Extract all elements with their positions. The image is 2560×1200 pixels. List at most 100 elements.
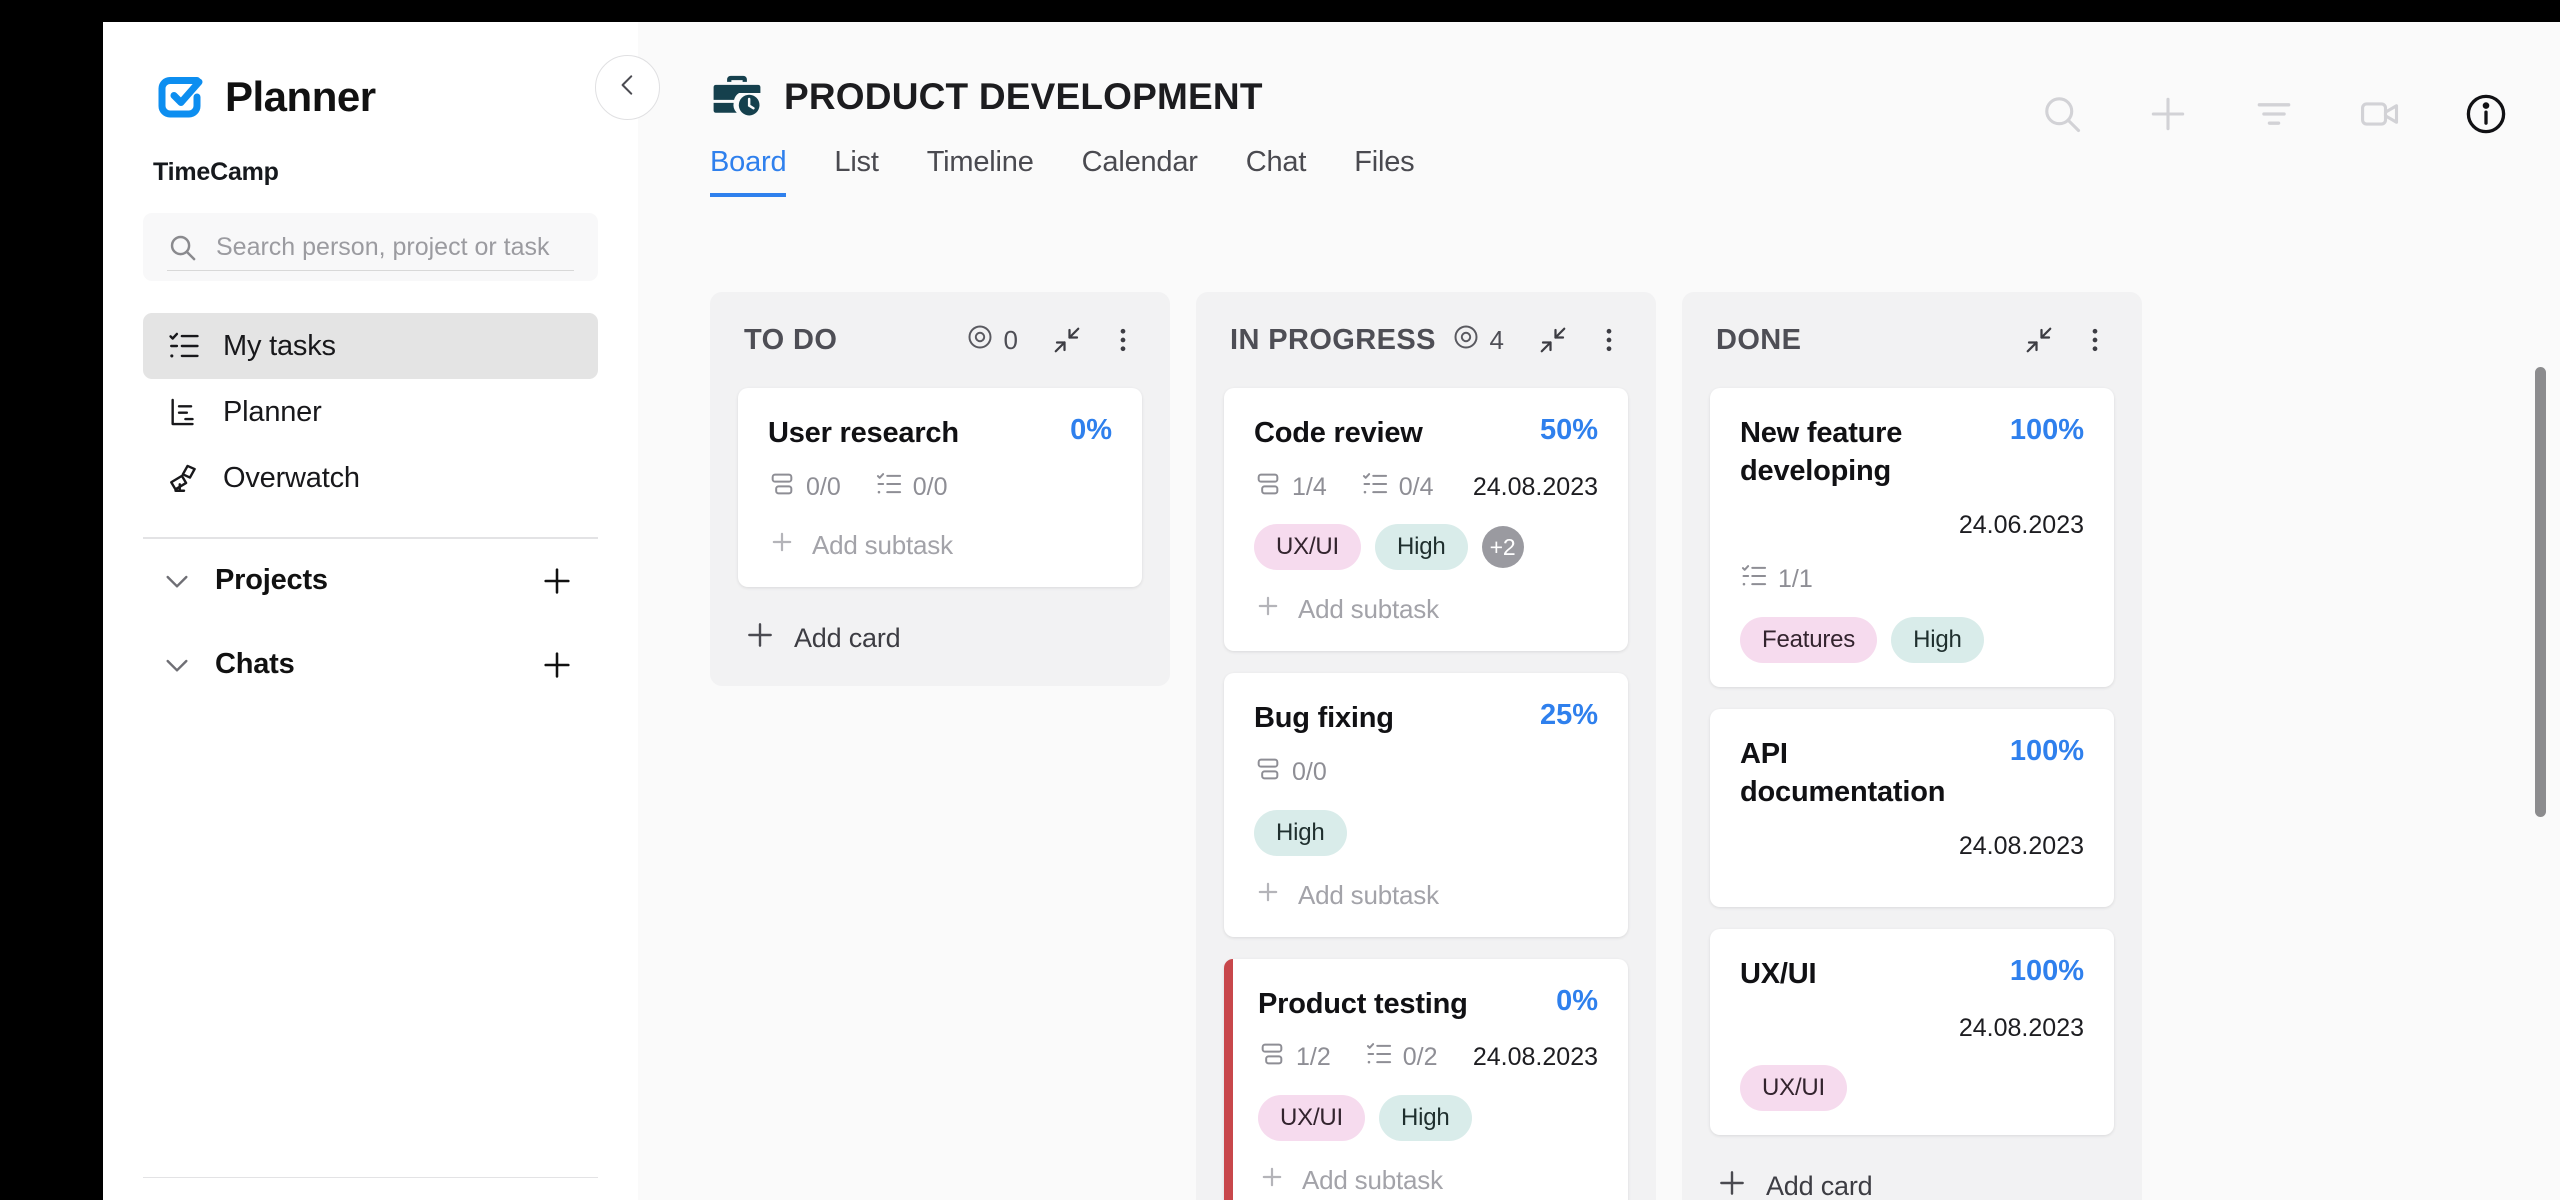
sidebar-item-label: My tasks: [223, 329, 336, 362]
add-subtask-button[interactable]: Add subtask: [1254, 878, 1598, 913]
video-camera-icon[interactable]: [2358, 92, 2402, 136]
add-subtask-button[interactable]: Add subtask: [1254, 592, 1598, 627]
collapse-icon[interactable]: [2024, 325, 2054, 355]
add-chat-button[interactable]: [540, 648, 574, 682]
checklist-count-value: 0/4: [1398, 472, 1434, 501]
card-title: Code review: [1254, 417, 1423, 449]
tag[interactable]: High: [1379, 1094, 1472, 1141]
card-title: Bug fixing: [1254, 702, 1394, 735]
plus-icon: [1716, 1167, 1748, 1200]
column-actions: [1538, 325, 1624, 355]
chevron-left-icon: [615, 72, 641, 103]
planner-logo-icon: [153, 70, 207, 124]
info-icon[interactable]: [2464, 92, 2508, 136]
add-subtask-button[interactable]: Add subtask: [768, 528, 1112, 563]
card-progress-percent: 100%: [2009, 734, 2084, 767]
page-title: PRODUCT DEVELOPMENT: [784, 76, 1263, 117]
subtask-count-value: 1/2: [1296, 1043, 1331, 1072]
target-icon: [966, 323, 994, 358]
tag[interactable]: UX/UI: [1254, 524, 1362, 571]
search-icon[interactable]: [2040, 92, 2084, 136]
sidebar-group-projects[interactable]: Projects: [143, 539, 598, 623]
brand: Planner: [103, 22, 638, 124]
column-count: 4: [1452, 323, 1504, 358]
task-card[interactable]: API documentation 100% 24.08.2023: [1710, 708, 2114, 908]
add-card-label: Add card: [1766, 1171, 1873, 1200]
sidebar-search[interactable]: [143, 213, 598, 281]
collapse-sidebar-button[interactable]: [595, 55, 660, 120]
tag[interactable]: UX/UI: [1258, 1094, 1366, 1141]
tag[interactable]: High: [1375, 524, 1468, 571]
more-vertical-icon[interactable]: [2080, 325, 2110, 355]
column-title: TO DO: [744, 323, 838, 356]
plus-icon: [744, 619, 776, 658]
subtask-count-value: 0/0: [806, 472, 841, 501]
card-progress-percent: 0%: [1070, 414, 1112, 446]
task-card[interactable]: User research 0% 0/0 0/0 Add subtask: [738, 388, 1142, 588]
chevron-down-icon: [161, 649, 193, 681]
tab-calendar[interactable]: Calendar: [1082, 146, 1198, 197]
tab-timeline[interactable]: Timeline: [927, 146, 1034, 197]
kanban-board: TO DO 0 User research 0% 0/0 0/0 Add sub…: [638, 207, 2560, 1200]
add-subtask-label: Add subtask: [812, 530, 953, 561]
collapse-icon[interactable]: [1052, 325, 1082, 355]
add-project-button[interactable]: [540, 564, 574, 598]
plus-icon: [1254, 878, 1282, 913]
task-card[interactable]: Product testing 0% 1/2 0/2 24.08.2023 UX…: [1224, 958, 1628, 1200]
add-card-button[interactable]: Add card: [710, 609, 1170, 658]
column-surface: TO DO 0 User research 0% 0/0 0/0 Add sub…: [710, 292, 1170, 687]
tab-files[interactable]: Files: [1354, 146, 1414, 197]
card-due-date: 24.08.2023: [1472, 472, 1598, 501]
card-title: Product testing: [1258, 987, 1468, 1020]
main-panel: PRODUCT DEVELOPMENT Board List Timeline …: [595, 22, 2560, 1200]
task-card[interactable]: Bug fixing 25% 0/0 High Add subtask: [1224, 673, 1628, 937]
sidebar-item-planner[interactable]: Planner: [143, 379, 598, 445]
tab-list[interactable]: List: [834, 146, 879, 197]
tag[interactable]: High: [1891, 616, 1984, 663]
sidebar-item-my-tasks[interactable]: My tasks: [143, 313, 598, 379]
column-surface: IN PROGRESS 4 Code review 50% 1/4 0/4 24…: [1196, 292, 1656, 1200]
plus-icon[interactable]: [2146, 92, 2190, 136]
search-input[interactable]: [216, 232, 574, 262]
telescope-icon: [167, 461, 201, 495]
checklist-icon: [875, 470, 903, 505]
view-tabs: Board List Timeline Calendar Chat Files: [638, 146, 2560, 197]
card-header: UX/UI 100%: [1740, 955, 2084, 993]
tab-chat[interactable]: Chat: [1246, 146, 1307, 197]
tag[interactable]: High: [1254, 809, 1347, 856]
subtask-icon: [1258, 1040, 1286, 1075]
subtask-count-value: 0/0: [1292, 758, 1327, 787]
task-card[interactable]: Code review 50% 1/4 0/4 24.08.2023 UX/UI…: [1224, 388, 1628, 652]
card-header: Bug fixing 25%: [1254, 699, 1598, 737]
more-vertical-icon[interactable]: [1594, 325, 1624, 355]
chevron-down-icon: [161, 565, 193, 597]
tag[interactable]: Features: [1740, 616, 1878, 663]
task-card[interactable]: New feature developing 100% 24.06.2023 1…: [1710, 388, 2114, 687]
sidebar-group-label: Chats: [215, 648, 295, 680]
add-subtask-button[interactable]: Add subtask: [1258, 1163, 1598, 1198]
vertical-scrollbar[interactable]: [2535, 367, 2546, 817]
sidebar-nav: My tasks Planner Overwatch: [103, 313, 638, 511]
more-vertical-icon[interactable]: [1108, 325, 1138, 355]
tag[interactable]: UX/UI: [1740, 1065, 1848, 1112]
add-card-button[interactable]: Add card: [1682, 1157, 2142, 1200]
card-tags: Features High: [1740, 616, 2084, 663]
card-title: API documentation: [1740, 737, 1946, 808]
task-card[interactable]: UX/UI 100% 24.08.2023 UX/UI: [1710, 929, 2114, 1136]
planner-board-icon: [167, 395, 201, 429]
card-tags: UX/UI High +2: [1254, 524, 1598, 571]
tag-overflow-badge[interactable]: +2: [1481, 526, 1524, 569]
collapse-icon[interactable]: [1538, 325, 1568, 355]
filter-icon[interactable]: [2252, 92, 2296, 136]
header-actions: [2040, 92, 2508, 136]
subtask-count: 0/0: [768, 470, 841, 505]
card-tags: UX/UI High: [1258, 1094, 1598, 1141]
card-title: User research: [768, 417, 959, 449]
tab-board[interactable]: Board: [710, 146, 787, 197]
card-progress-percent: 25%: [1539, 699, 1598, 732]
board-column-in-progress: IN PROGRESS 4 Code review 50% 1/4 0/4 24…: [1196, 292, 1656, 1200]
card-meta: 1/2 0/2 24.08.2023: [1258, 1039, 1598, 1077]
sidebar-item-overwatch[interactable]: Overwatch: [143, 445, 598, 511]
subtask-icon: [768, 470, 796, 505]
sidebar-group-chats[interactable]: Chats: [143, 623, 598, 707]
